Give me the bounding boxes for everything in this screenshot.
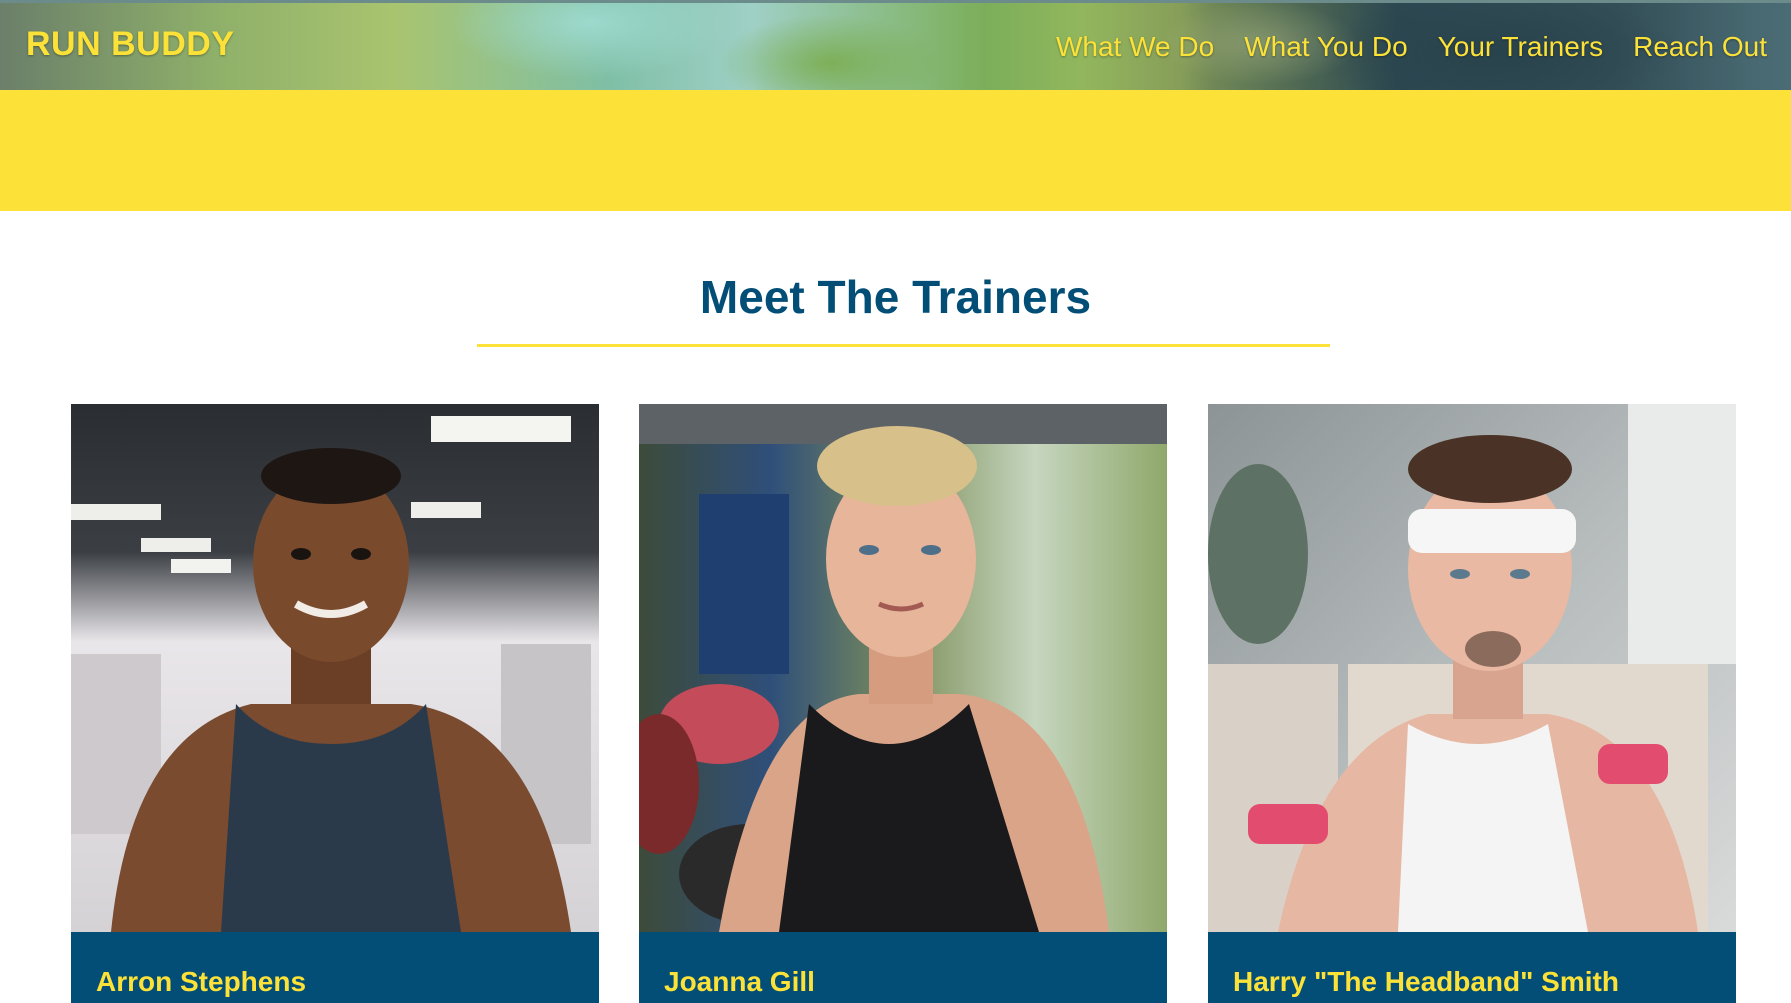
trainer-cards: Arron Stephens Joanna Gill Harry "The He… — [71, 404, 1736, 1003]
trainer-photo — [639, 404, 1167, 932]
trainer-name: Arron Stephens — [96, 966, 307, 997]
section-title: Meet The Trainers — [699, 271, 1092, 323]
site-header: RUN BUDDY What We Do What You Do Your Tr… — [0, 0, 1791, 93]
nav-link-your-trainers[interactable]: Your Trainers — [1438, 31, 1604, 63]
trainer-caption: Arron Stephens — [71, 932, 599, 1003]
trainer-name: Joanna Gill — [664, 966, 815, 997]
nav-link-what-we-do[interactable]: What We Do — [1056, 31, 1214, 63]
title-underline — [477, 344, 1330, 347]
hero-band — [0, 90, 1791, 211]
nav-link-reach-out[interactable]: Reach Out — [1633, 31, 1767, 63]
main-nav: What We Do What You Do Your Trainers Rea… — [1056, 31, 1767, 63]
trainer-card: Harry "The Headband" Smith — [1208, 404, 1736, 1003]
brand-logo-text[interactable]: RUN BUDDY — [26, 25, 235, 64]
trainer-card: Arron Stephens — [71, 404, 599, 1003]
trainer-photo — [1208, 404, 1736, 932]
trainer-caption: Joanna Gill — [639, 932, 1167, 1003]
trainer-photo — [71, 404, 599, 932]
nav-link-what-you-do[interactable]: What You Do — [1244, 31, 1407, 63]
trainer-card: Joanna Gill — [639, 404, 1167, 1003]
trainer-name: Harry "The Headband" Smith — [1233, 966, 1619, 997]
trainer-caption: Harry "The Headband" Smith — [1208, 932, 1736, 1003]
